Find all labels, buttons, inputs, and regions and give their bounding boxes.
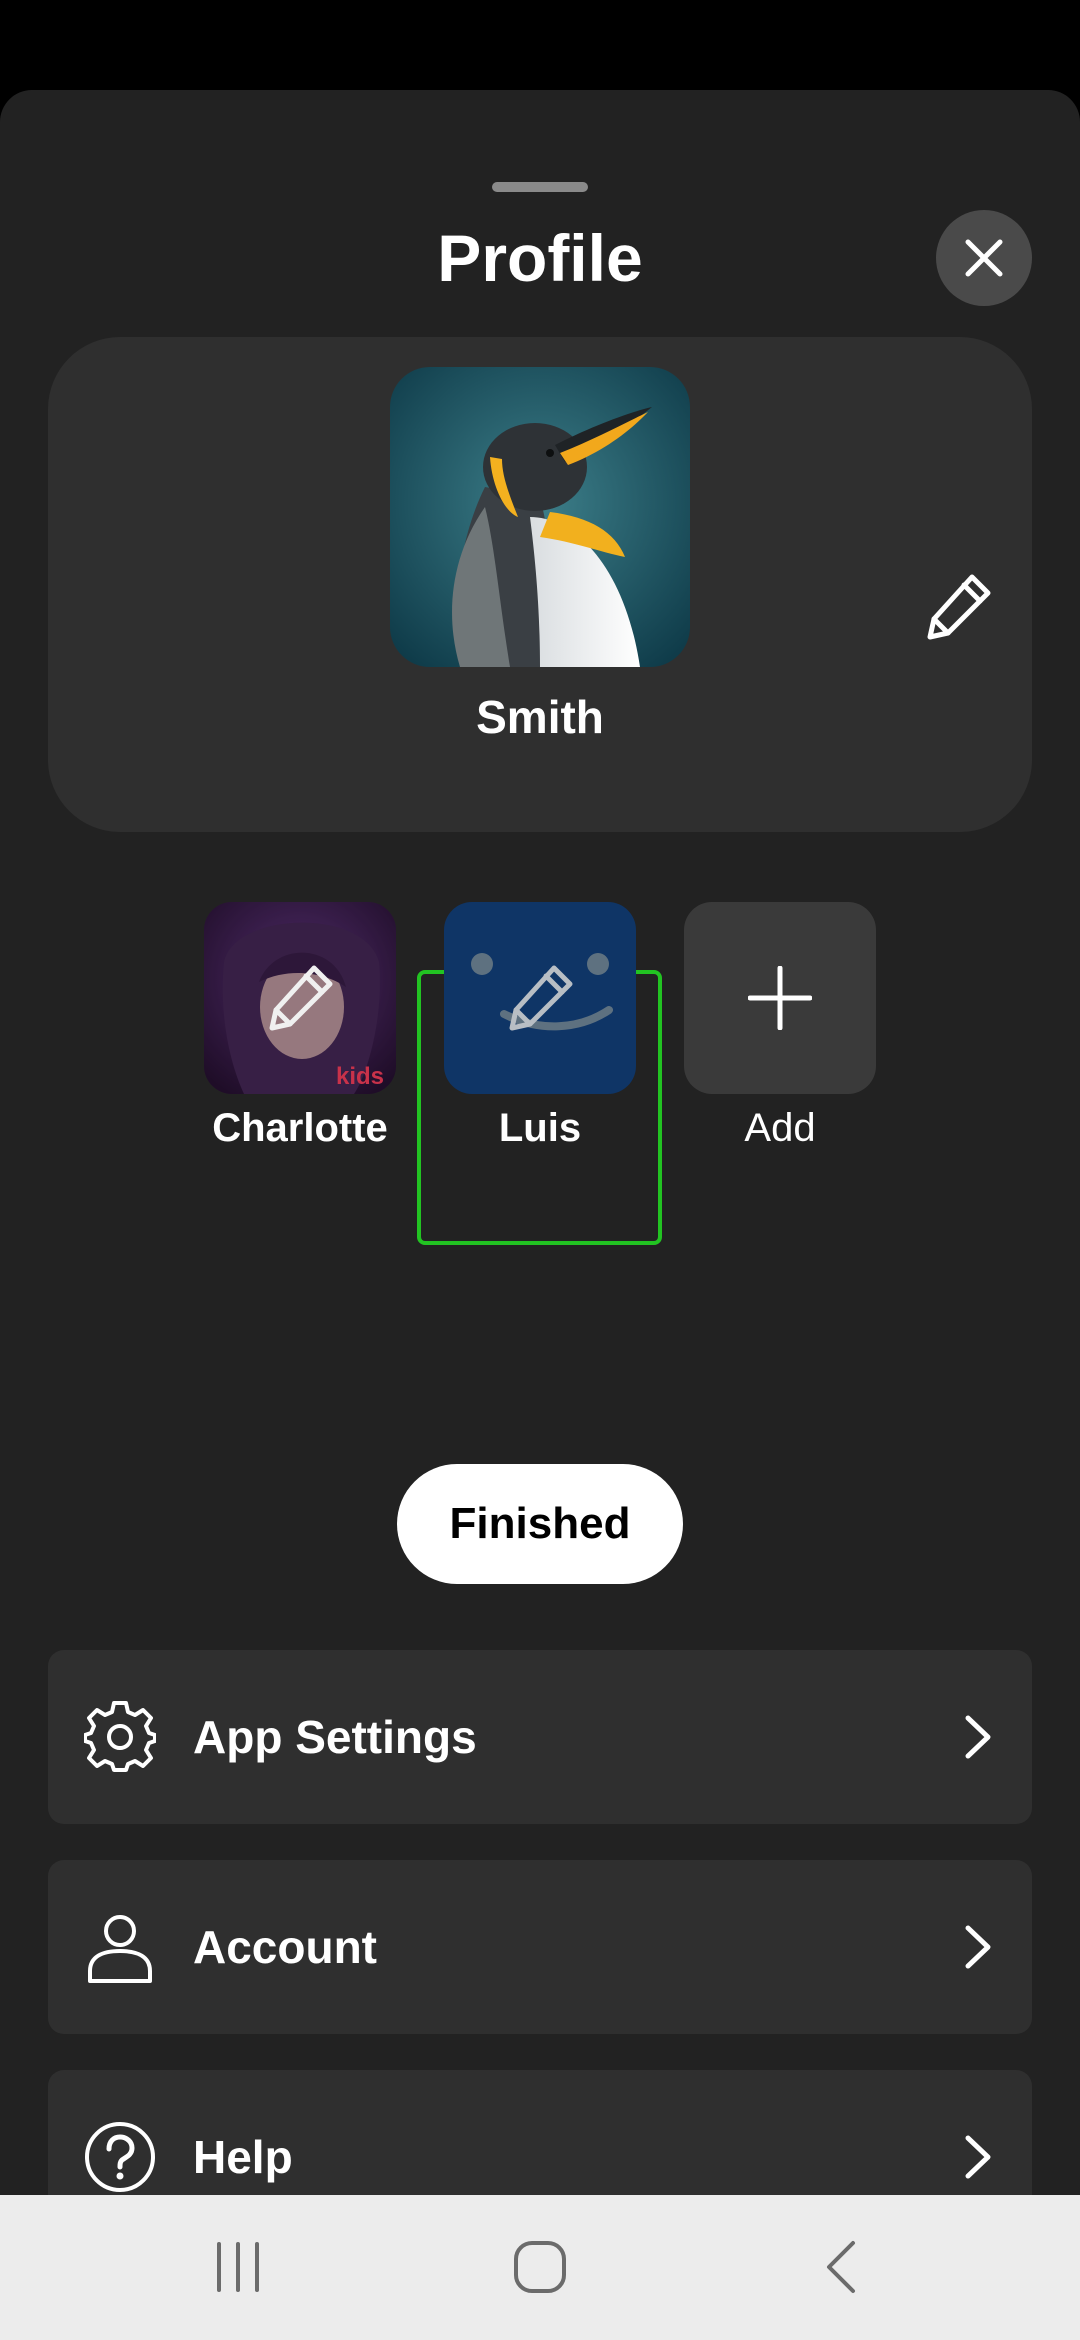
profile-name-charlotte: Charlotte (212, 1106, 388, 1150)
chevron-right-icon (965, 2135, 991, 2179)
luis-avatar (444, 902, 636, 1094)
menu-label-app-settings: App Settings (193, 1711, 477, 1763)
pencil-icon (927, 574, 991, 640)
back-icon (827, 2241, 855, 2293)
status-bar (0, 0, 1080, 90)
pencil-icon (269, 965, 333, 1031)
svg-text:kids: kids (336, 1063, 384, 1090)
current-profile-card: Smith (48, 337, 1032, 832)
recents-icon (217, 2242, 259, 2292)
edit-profile-button[interactable] (908, 557, 1008, 657)
menu-item-account[interactable]: Account (48, 1860, 1032, 2034)
add-profile-label: Add (744, 1106, 816, 1150)
drag-handle[interactable] (492, 182, 588, 192)
plus-icon (748, 966, 812, 1030)
add-profile-tile (684, 902, 876, 1094)
menu-item-help[interactable]: Help (48, 2070, 1032, 2195)
charlotte-avatar: kids (204, 902, 396, 1094)
profile-tile-charlotte[interactable]: kids Charlotte (204, 902, 396, 1162)
add-profile-button[interactable]: Add (684, 902, 876, 1162)
profile-sheet: Profile Smith kids Charlotte Luis Add Fi… (0, 90, 1080, 2195)
system-nav-bar (0, 2195, 1080, 2340)
page-title: Profile (437, 221, 643, 295)
menu-label-account: Account (193, 1921, 377, 1973)
chevron-right-icon (965, 1925, 991, 1969)
recents-button[interactable] (198, 2227, 278, 2307)
back-button[interactable] (802, 2227, 882, 2307)
pencil-icon (509, 965, 573, 1031)
penguin-avatar[interactable] (390, 367, 690, 667)
home-icon (514, 2241, 566, 2293)
profile-name-luis: Luis (498, 1106, 582, 1150)
finished-button[interactable]: Finished (397, 1464, 683, 1584)
gear-icon (84, 1701, 156, 1772)
person-icon (88, 1915, 152, 1983)
menu-item-app-settings[interactable]: App Settings (48, 1650, 1032, 1824)
current-profile-name: Smith (476, 691, 604, 743)
profile-tile-luis[interactable]: Luis (444, 902, 636, 1162)
help-circle-icon (85, 2122, 155, 2192)
menu-label-help: Help (193, 2131, 293, 2183)
close-button[interactable] (936, 210, 1032, 306)
home-button[interactable] (500, 2227, 580, 2307)
close-icon (965, 239, 1003, 277)
chevron-right-icon (965, 1715, 991, 1759)
